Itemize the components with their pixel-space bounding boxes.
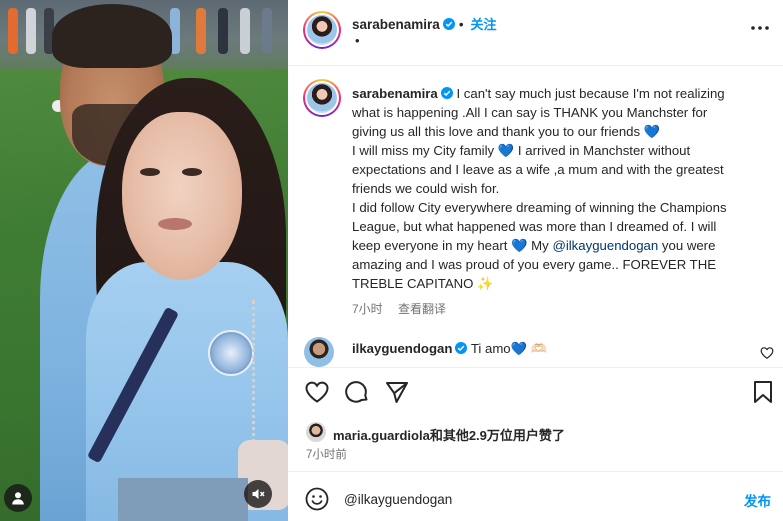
caption-line: keep everyone in my heart 💙 My @ilkaygue… <box>352 236 770 255</box>
follow-button[interactable]: 关注 <box>471 17 497 32</box>
blue-heart-emoji: 💙 <box>497 143 515 158</box>
header-divider <box>288 65 783 66</box>
author-avatar[interactable] <box>303 11 341 49</box>
caption-timestamp[interactable]: 7小时 <box>352 302 383 316</box>
commenter-username[interactable]: ilkayguendogan <box>352 341 452 356</box>
header-subtitle: • <box>355 33 360 48</box>
post-caption: sarabenamira I can't say much just becau… <box>352 84 770 293</box>
verified-badge-icon <box>455 342 468 354</box>
actions-divider <box>288 367 783 368</box>
liker-username[interactable]: maria.guardiola <box>333 428 430 443</box>
caption-text: giving us all this love and thank you to… <box>352 124 641 139</box>
caption-text: keep everyone in my heart <box>352 238 508 253</box>
photo-woman-lips <box>158 218 192 230</box>
caption-line: TREBLE CAPITANO ✨ <box>352 274 770 293</box>
heart-hands-emoji: 🫶🏻 <box>530 341 548 356</box>
blue-heart-emoji: 💙 <box>511 238 528 253</box>
share-icon[interactable] <box>384 379 410 405</box>
photo-club-crest <box>208 330 254 376</box>
caption-text: My <box>531 238 549 253</box>
caption-line: expectations and I leave as a wife ,a mu… <box>352 162 724 177</box>
caption-text: TREBLE CAPITANO <box>352 276 474 291</box>
bookmark-icon[interactable] <box>750 379 776 405</box>
caption-text: I arrived in Manchster without <box>517 143 691 158</box>
mention-link[interactable]: @ilkayguendogan <box>552 238 658 253</box>
post-details-panel: sarabenamira • 关注 • sarabenamira I can't s… <box>288 0 783 521</box>
input-divider <box>288 471 783 472</box>
avatar-image <box>307 15 337 45</box>
avatar-border <box>305 81 339 115</box>
photo-woman-eye <box>182 168 202 176</box>
photo-jeans <box>118 478 248 521</box>
header-separator: • <box>458 17 464 32</box>
mute-button[interactable] <box>244 480 272 508</box>
photo-bag-chain <box>252 300 266 450</box>
blue-heart-emoji: 💙 <box>643 124 661 139</box>
comment-icon[interactable] <box>344 379 370 405</box>
photo-man-hair <box>52 4 172 68</box>
post-photo <box>0 0 288 521</box>
caption-line: League, but what happened was more than … <box>352 219 717 234</box>
comment-text: Ti amo <box>470 341 511 356</box>
caption-line: friends we could wish for. <box>352 181 500 196</box>
caption-line: what is happening .All I can say is THAN… <box>352 105 708 120</box>
post-comment-button[interactable]: 发布 <box>744 490 771 510</box>
more-options-icon[interactable] <box>748 20 772 36</box>
caption-meta: 7小时 查看翻译 <box>352 300 458 317</box>
likes-summary[interactable]: maria.guardiola和其他2.9万位用户赞了 <box>333 425 565 444</box>
see-translation-button[interactable]: 查看翻译 <box>398 302 446 316</box>
photo-woman-eye <box>140 168 160 176</box>
caption-text: I will miss my City family <box>352 143 495 158</box>
caption-line: amazing and I was proud of you every gam… <box>352 257 717 272</box>
heart-icon[interactable] <box>304 379 330 405</box>
likes-count-text[interactable]: 和其他2.9万位用户赞了 <box>430 428 565 443</box>
caption-line: I did follow City everywhere dreaming of… <box>352 200 727 215</box>
post-header: sarabenamira • 关注 <box>352 14 497 33</box>
blue-heart-emoji: 💙 <box>510 341 528 356</box>
caption-text: you were <box>661 238 716 253</box>
caption-line: I will miss my City family 💙 I arrived i… <box>352 141 770 160</box>
post-media[interactable] <box>0 0 288 521</box>
caption-text: I can't say much just because I'm not re… <box>456 86 725 101</box>
mute-icon <box>252 489 265 499</box>
comment-like-icon[interactable] <box>760 346 774 360</box>
liker-avatar[interactable] <box>306 422 326 442</box>
emoji-icon[interactable] <box>304 486 330 512</box>
caption-line: giving us all this love and thank you to… <box>352 122 770 141</box>
caption-username[interactable]: sarabenamira <box>352 86 438 101</box>
caption-author-avatar[interactable] <box>303 79 341 117</box>
user-tag-icon <box>12 492 24 505</box>
verified-badge-icon <box>442 18 455 30</box>
caption-line: sarabenamira I can't say much just becau… <box>352 84 770 103</box>
sparkles-emoji: ✨ <box>477 276 494 291</box>
comment-input[interactable] <box>344 486 724 512</box>
commenter-avatar[interactable] <box>304 337 334 367</box>
comment: ilkayguendogan Ti amo💙 🫶🏻 <box>352 341 547 357</box>
photo-woman-face <box>122 112 242 280</box>
avatar-image <box>307 83 337 113</box>
user-tag-button[interactable] <box>4 484 32 512</box>
verified-badge-icon <box>440 87 453 99</box>
post-timestamp[interactable]: 7小时前 <box>306 446 347 462</box>
avatar-border <box>305 13 339 47</box>
author-username[interactable]: sarabenamira <box>352 17 440 32</box>
